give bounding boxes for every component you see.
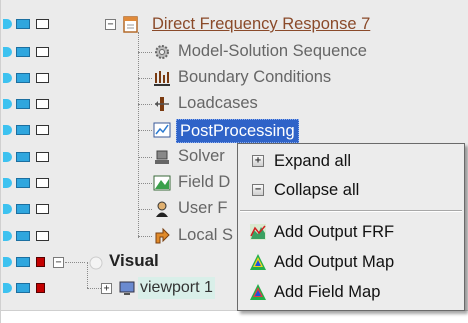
visual-icon xyxy=(86,253,106,273)
menu-item-label: Expand all xyxy=(274,151,352,170)
document-icon xyxy=(121,14,141,34)
menu-item-label: Add Field Map xyxy=(274,282,381,301)
output-frf-icon xyxy=(250,224,266,240)
menu-item-label: Add Output FRF xyxy=(274,222,395,241)
state-indicator[interactable] xyxy=(36,99,49,109)
light-bulb-indicator[interactable] xyxy=(3,99,12,109)
visibility-indicator[interactable] xyxy=(16,19,30,29)
state-indicator[interactable] xyxy=(36,204,49,214)
state-indicator[interactable] xyxy=(36,19,49,29)
light-bulb-indicator[interactable] xyxy=(3,152,12,162)
visibility-indicator[interactable] xyxy=(16,73,30,83)
chart-icon xyxy=(152,120,172,140)
tree-node-label[interactable]: Boundary Conditions xyxy=(178,66,331,88)
menu-item-expand-all[interactable]: + Expand all xyxy=(238,147,464,175)
light-bulb-indicator[interactable] xyxy=(3,178,12,188)
tree-node-label[interactable]: Loadcases xyxy=(178,92,258,114)
tree-panel: − Direct Frequency Response 7 Model-Solu… xyxy=(0,0,468,323)
tree-row[interactable]: Boundary Conditions xyxy=(1,66,468,92)
visibility-indicator[interactable] xyxy=(16,125,30,135)
state-indicator[interactable] xyxy=(36,178,49,188)
context-menu: + Expand all − Collapse all Add Output F… xyxy=(237,143,465,311)
expand-toggle[interactable]: + xyxy=(101,283,112,294)
light-bulb-indicator[interactable] xyxy=(3,19,12,29)
gear-icon xyxy=(152,42,172,62)
light-bulb-indicator[interactable] xyxy=(3,257,12,267)
local-icon xyxy=(152,226,172,246)
state-indicator[interactable] xyxy=(36,47,49,57)
light-bulb-indicator[interactable] xyxy=(3,283,12,293)
bottom-panel xyxy=(1,310,468,323)
menu-item-add-field-map[interactable]: Add Field Map xyxy=(238,278,464,306)
visibility-indicator[interactable] xyxy=(16,257,30,267)
tree-node-label[interactable]: Solver xyxy=(178,145,225,167)
expand-icon: + xyxy=(250,153,266,169)
state-indicator[interactable] xyxy=(36,231,49,241)
menu-item-add-output-map[interactable]: Add Output Map xyxy=(238,248,464,276)
light-bulb-indicator[interactable] xyxy=(3,204,12,214)
tree-row-selected[interactable]: PostProcessing xyxy=(1,118,468,144)
visibility-indicator[interactable] xyxy=(16,283,30,293)
collapse-toggle[interactable]: − xyxy=(53,257,64,268)
output-map-icon xyxy=(250,254,266,270)
light-bulb-indicator[interactable] xyxy=(3,47,12,57)
boundary-icon xyxy=(152,68,172,88)
visibility-indicator[interactable] xyxy=(16,204,30,214)
tree-row[interactable]: Loadcases xyxy=(1,92,468,118)
collapse-toggle[interactable]: − xyxy=(105,19,116,30)
light-bulb-indicator[interactable] xyxy=(3,231,12,241)
collapse-symbol: − xyxy=(252,184,264,196)
visual-node-label[interactable]: Visual xyxy=(109,250,159,272)
state-indicator[interactable] xyxy=(36,73,49,83)
visibility-indicator[interactable] xyxy=(16,231,30,241)
tree-node-label[interactable]: Local S xyxy=(178,224,233,246)
menu-item-label: Collapse all xyxy=(274,180,360,199)
user-icon xyxy=(152,199,172,219)
field-map-icon xyxy=(250,284,266,300)
tree-node-label[interactable]: Field D xyxy=(178,171,230,193)
state-indicator[interactable] xyxy=(36,125,49,135)
collapse-icon: − xyxy=(250,182,266,198)
visibility-indicator[interactable] xyxy=(16,99,30,109)
menu-item-add-output-frf[interactable]: Add Output FRF xyxy=(238,218,464,246)
state-indicator[interactable] xyxy=(36,257,45,267)
visibility-indicator[interactable] xyxy=(16,178,30,188)
state-indicator[interactable] xyxy=(36,283,45,293)
field-icon xyxy=(152,173,172,193)
solver-icon xyxy=(152,147,172,167)
root-node-label[interactable]: Direct Frequency Response 7 xyxy=(152,13,370,35)
tree-node-label[interactable]: User F xyxy=(178,197,228,219)
menu-item-collapse-all[interactable]: − Collapse all xyxy=(238,176,464,204)
tree-row-root[interactable]: − Direct Frequency Response 7 xyxy=(1,12,468,38)
light-bulb-indicator[interactable] xyxy=(3,73,12,83)
light-bulb-indicator[interactable] xyxy=(3,125,12,135)
tree-line xyxy=(65,262,85,263)
visibility-indicator[interactable] xyxy=(16,152,30,162)
monitor-icon xyxy=(117,278,137,298)
tree-node-label[interactable]: Model-Solution Sequence xyxy=(178,40,367,62)
tree-node-label[interactable]: PostProcessing xyxy=(176,119,299,143)
viewport-node-label[interactable]: viewport 1 xyxy=(138,277,215,299)
menu-item-label: Add Output Map xyxy=(274,252,395,271)
expand-symbol: + xyxy=(252,155,264,167)
loadcase-icon xyxy=(152,94,172,114)
state-indicator[interactable] xyxy=(36,152,49,162)
tree-row[interactable]: Model-Solution Sequence xyxy=(1,40,468,66)
visibility-indicator[interactable] xyxy=(16,47,30,57)
menu-separator xyxy=(240,210,462,212)
